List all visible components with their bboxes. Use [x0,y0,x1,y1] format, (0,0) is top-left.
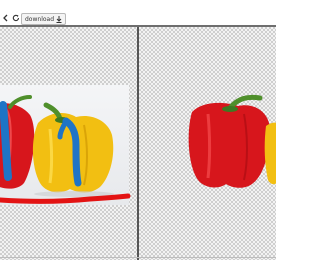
back-arrow-icon[interactable] [2,13,10,23]
download-label: download [25,15,55,23]
output-image [186,92,276,192]
toolbar: download [0,0,276,25]
bottom-border [0,257,276,258]
refresh-icon[interactable] [12,13,20,23]
red-mask-stroke [0,193,131,204]
input-image-canvas[interactable] [0,85,129,205]
download-button[interactable]: download [21,13,67,25]
download-icon [56,15,62,23]
